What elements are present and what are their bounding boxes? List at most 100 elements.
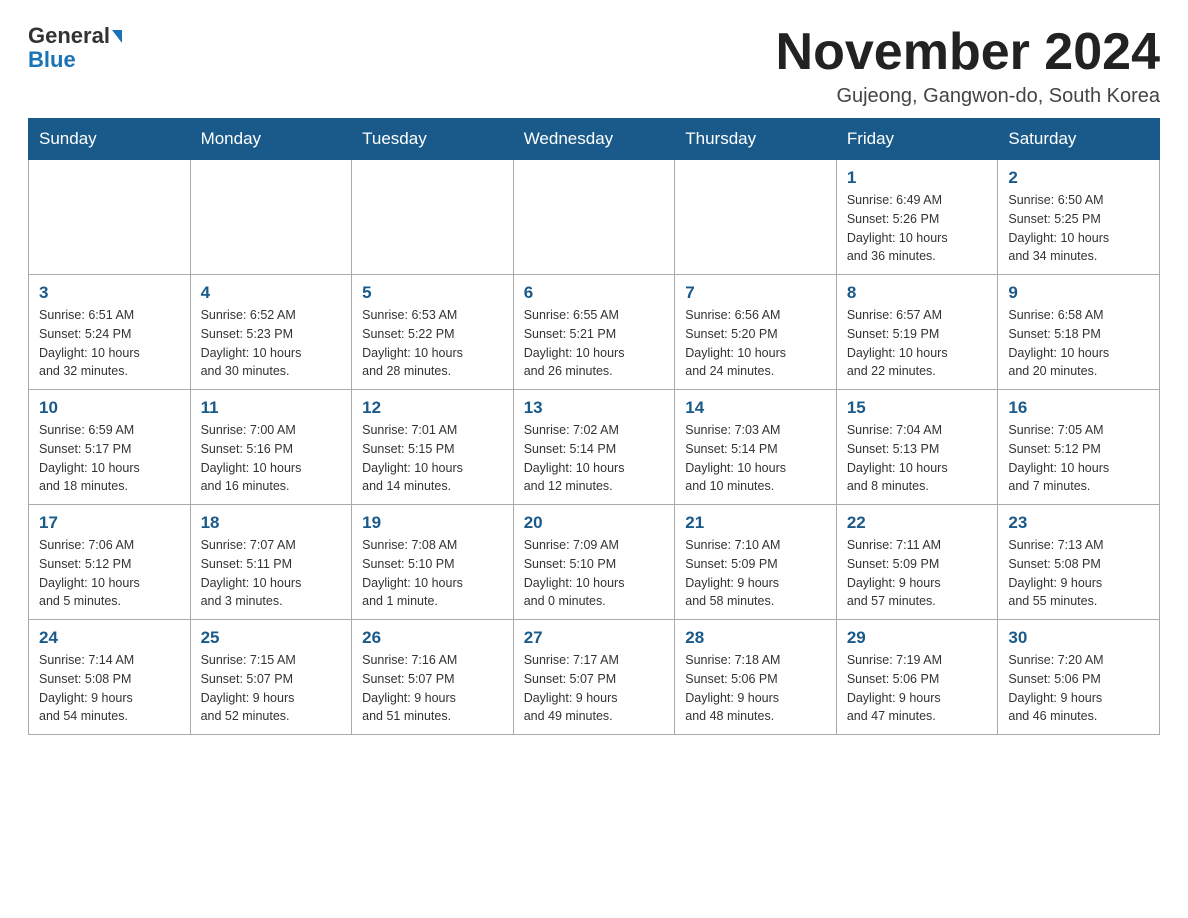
day-number: 7: [685, 283, 826, 303]
weekday-header-wednesday: Wednesday: [513, 119, 675, 160]
week-row-5: 24 Sunrise: 7:14 AMSunset: 5:08 PMDayligh…: [29, 620, 1160, 735]
week-row-2: 3 Sunrise: 6:51 AMSunset: 5:24 PMDaylight…: [29, 275, 1160, 390]
calendar-cell: 30 Sunrise: 7:20 AMSunset: 5:06 PMDayligh…: [998, 620, 1160, 735]
weekday-header-row: SundayMondayTuesdayWednesdayThursdayFrid…: [29, 119, 1160, 160]
calendar-cell: 9Sunrise: 6:58 AMSunset: 5:18 PMDaylight…: [998, 275, 1160, 390]
day-info: Sunrise: 7:11 AMSunset: 5:09 PMDaylight:…: [847, 536, 988, 611]
calendar-cell: 14 Sunrise: 7:03 AMSunset: 5:14 PMDayligh…: [675, 390, 837, 505]
day-number: 25: [201, 628, 342, 648]
weekday-header-monday: Monday: [190, 119, 352, 160]
day-number: 17: [39, 513, 180, 533]
calendar-cell: 8Sunrise: 6:57 AMSunset: 5:19 PMDaylight…: [836, 275, 998, 390]
calendar-table: SundayMondayTuesdayWednesdayThursdayFrid…: [28, 118, 1160, 735]
calendar-cell: 24 Sunrise: 7:14 AMSunset: 5:08 PMDayligh…: [29, 620, 191, 735]
calendar-cell: 22 Sunrise: 7:11 AMSunset: 5:09 PMDayligh…: [836, 505, 998, 620]
calendar-cell: 2 Sunrise: 6:50 AMSunset: 5:25 PMDaylight…: [998, 160, 1160, 275]
calendar-cell: 6 Sunrise: 6:55 AMSunset: 5:21 PMDaylight…: [513, 275, 675, 390]
week-row-1: 1 Sunrise: 6:49 AMSunset: 5:26 PMDaylight…: [29, 160, 1160, 275]
day-number: 6: [524, 283, 665, 303]
calendar-cell: 3 Sunrise: 6:51 AMSunset: 5:24 PMDaylight…: [29, 275, 191, 390]
day-info: Sunrise: 7:13 AMSunset: 5:08 PMDaylight:…: [1008, 536, 1149, 611]
day-number: 18: [201, 513, 342, 533]
day-info: Sunrise: 6:52 AMSunset: 5:23 PMDaylight:…: [201, 306, 342, 381]
day-info: Sunrise: 6:57 AMSunset: 5:19 PMDaylight:…: [847, 306, 988, 381]
calendar-cell: 28 Sunrise: 7:18 AMSunset: 5:06 PMDayligh…: [675, 620, 837, 735]
day-number: 2: [1008, 168, 1149, 188]
day-number: 28: [685, 628, 826, 648]
day-number: 1: [847, 168, 988, 188]
calendar-cell: 20 Sunrise: 7:09 AMSunset: 5:10 PMDayligh…: [513, 505, 675, 620]
calendar-cell: 26Sunrise: 7:16 AMSunset: 5:07 PMDayligh…: [352, 620, 514, 735]
day-info: Sunrise: 7:04 AMSunset: 5:13 PMDaylight:…: [847, 421, 988, 496]
calendar-cell: 18 Sunrise: 7:07 AMSunset: 5:11 PMDayligh…: [190, 505, 352, 620]
day-info: Sunrise: 7:14 AMSunset: 5:08 PMDaylight:…: [39, 651, 180, 726]
calendar-cell: 27Sunrise: 7:17 AMSunset: 5:07 PMDayligh…: [513, 620, 675, 735]
day-info: Sunrise: 7:15 AMSunset: 5:07 PMDaylight:…: [201, 651, 342, 726]
calendar-cell: 17Sunrise: 7:06 AMSunset: 5:12 PMDayligh…: [29, 505, 191, 620]
calendar-cell: 11Sunrise: 7:00 AMSunset: 5:16 PMDayligh…: [190, 390, 352, 505]
calendar-cell: 21 Sunrise: 7:10 AMSunset: 5:09 PMDayligh…: [675, 505, 837, 620]
day-info: Sunrise: 7:16 AMSunset: 5:07 PMDaylight:…: [362, 651, 503, 726]
day-info: Sunrise: 7:02 AMSunset: 5:14 PMDaylight:…: [524, 421, 665, 496]
day-info: Sunrise: 7:20 AMSunset: 5:06 PMDaylight:…: [1008, 651, 1149, 726]
day-number: 29: [847, 628, 988, 648]
day-info: Sunrise: 7:10 AMSunset: 5:09 PMDaylight:…: [685, 536, 826, 611]
calendar-cell: [675, 160, 837, 275]
calendar-cell: 15 Sunrise: 7:04 AMSunset: 5:13 PMDayligh…: [836, 390, 998, 505]
day-info: Sunrise: 7:05 AMSunset: 5:12 PMDaylight:…: [1008, 421, 1149, 496]
day-number: 20: [524, 513, 665, 533]
logo-general-text: General: [28, 24, 110, 48]
calendar-cell: 16 Sunrise: 7:05 AMSunset: 5:12 PMDayligh…: [998, 390, 1160, 505]
logo-arrow-icon: [112, 30, 122, 43]
day-number: 5: [362, 283, 503, 303]
day-info: Sunrise: 6:49 AMSunset: 5:26 PMDaylight:…: [847, 191, 988, 266]
day-number: 10: [39, 398, 180, 418]
calendar-cell: 1 Sunrise: 6:49 AMSunset: 5:26 PMDaylight…: [836, 160, 998, 275]
week-row-3: 10 Sunrise: 6:59 AMSunset: 5:17 PMDayligh…: [29, 390, 1160, 505]
calendar-cell: [352, 160, 514, 275]
day-info: Sunrise: 6:55 AMSunset: 5:21 PMDaylight:…: [524, 306, 665, 381]
day-number: 16: [1008, 398, 1149, 418]
day-info: Sunrise: 6:51 AMSunset: 5:24 PMDaylight:…: [39, 306, 180, 381]
weekday-header-sunday: Sunday: [29, 119, 191, 160]
subtitle: Gujeong, Gangwon-do, South Korea: [776, 85, 1160, 108]
day-info: Sunrise: 7:18 AMSunset: 5:06 PMDaylight:…: [685, 651, 826, 726]
day-info: Sunrise: 7:19 AMSunset: 5:06 PMDaylight:…: [847, 651, 988, 726]
title-block: November 2024 Gujeong, Gangwon-do, South…: [776, 24, 1160, 108]
day-info: Sunrise: 6:50 AMSunset: 5:25 PMDaylight:…: [1008, 191, 1149, 266]
day-info: Sunrise: 6:56 AMSunset: 5:20 PMDaylight:…: [685, 306, 826, 381]
logo-blue-text: Blue: [28, 48, 76, 72]
day-number: 24: [39, 628, 180, 648]
weekday-header-saturday: Saturday: [998, 119, 1160, 160]
day-info: Sunrise: 6:53 AMSunset: 5:22 PMDaylight:…: [362, 306, 503, 381]
day-info: Sunrise: 7:08 AMSunset: 5:10 PMDaylight:…: [362, 536, 503, 611]
calendar-cell: [29, 160, 191, 275]
day-number: 30: [1008, 628, 1149, 648]
day-number: 3: [39, 283, 180, 303]
page-header: General Blue November 2024 Gujeong, Gang…: [28, 24, 1160, 108]
weekday-header-friday: Friday: [836, 119, 998, 160]
day-info: Sunrise: 7:07 AMSunset: 5:11 PMDaylight:…: [201, 536, 342, 611]
day-info: Sunrise: 7:01 AMSunset: 5:15 PMDaylight:…: [362, 421, 503, 496]
calendar-cell: 5 Sunrise: 6:53 AMSunset: 5:22 PMDaylight…: [352, 275, 514, 390]
day-number: 13: [524, 398, 665, 418]
day-number: 14: [685, 398, 826, 418]
day-info: Sunrise: 7:09 AMSunset: 5:10 PMDaylight:…: [524, 536, 665, 611]
calendar-cell: 29 Sunrise: 7:19 AMSunset: 5:06 PMDayligh…: [836, 620, 998, 735]
weekday-header-thursday: Thursday: [675, 119, 837, 160]
calendar-cell: 19 Sunrise: 7:08 AMSunset: 5:10 PMDayligh…: [352, 505, 514, 620]
day-number: 27: [524, 628, 665, 648]
day-number: 12: [362, 398, 503, 418]
week-row-4: 17Sunrise: 7:06 AMSunset: 5:12 PMDayligh…: [29, 505, 1160, 620]
day-number: 21: [685, 513, 826, 533]
day-number: 22: [847, 513, 988, 533]
day-info: Sunrise: 7:03 AMSunset: 5:14 PMDaylight:…: [685, 421, 826, 496]
day-info: Sunrise: 6:59 AMSunset: 5:17 PMDaylight:…: [39, 421, 180, 496]
day-number: 4: [201, 283, 342, 303]
weekday-header-tuesday: Tuesday: [352, 119, 514, 160]
calendar-cell: 10 Sunrise: 6:59 AMSunset: 5:17 PMDayligh…: [29, 390, 191, 505]
day-number: 15: [847, 398, 988, 418]
calendar-cell: [513, 160, 675, 275]
day-number: 19: [362, 513, 503, 533]
calendar-cell: 4 Sunrise: 6:52 AMSunset: 5:23 PMDaylight…: [190, 275, 352, 390]
